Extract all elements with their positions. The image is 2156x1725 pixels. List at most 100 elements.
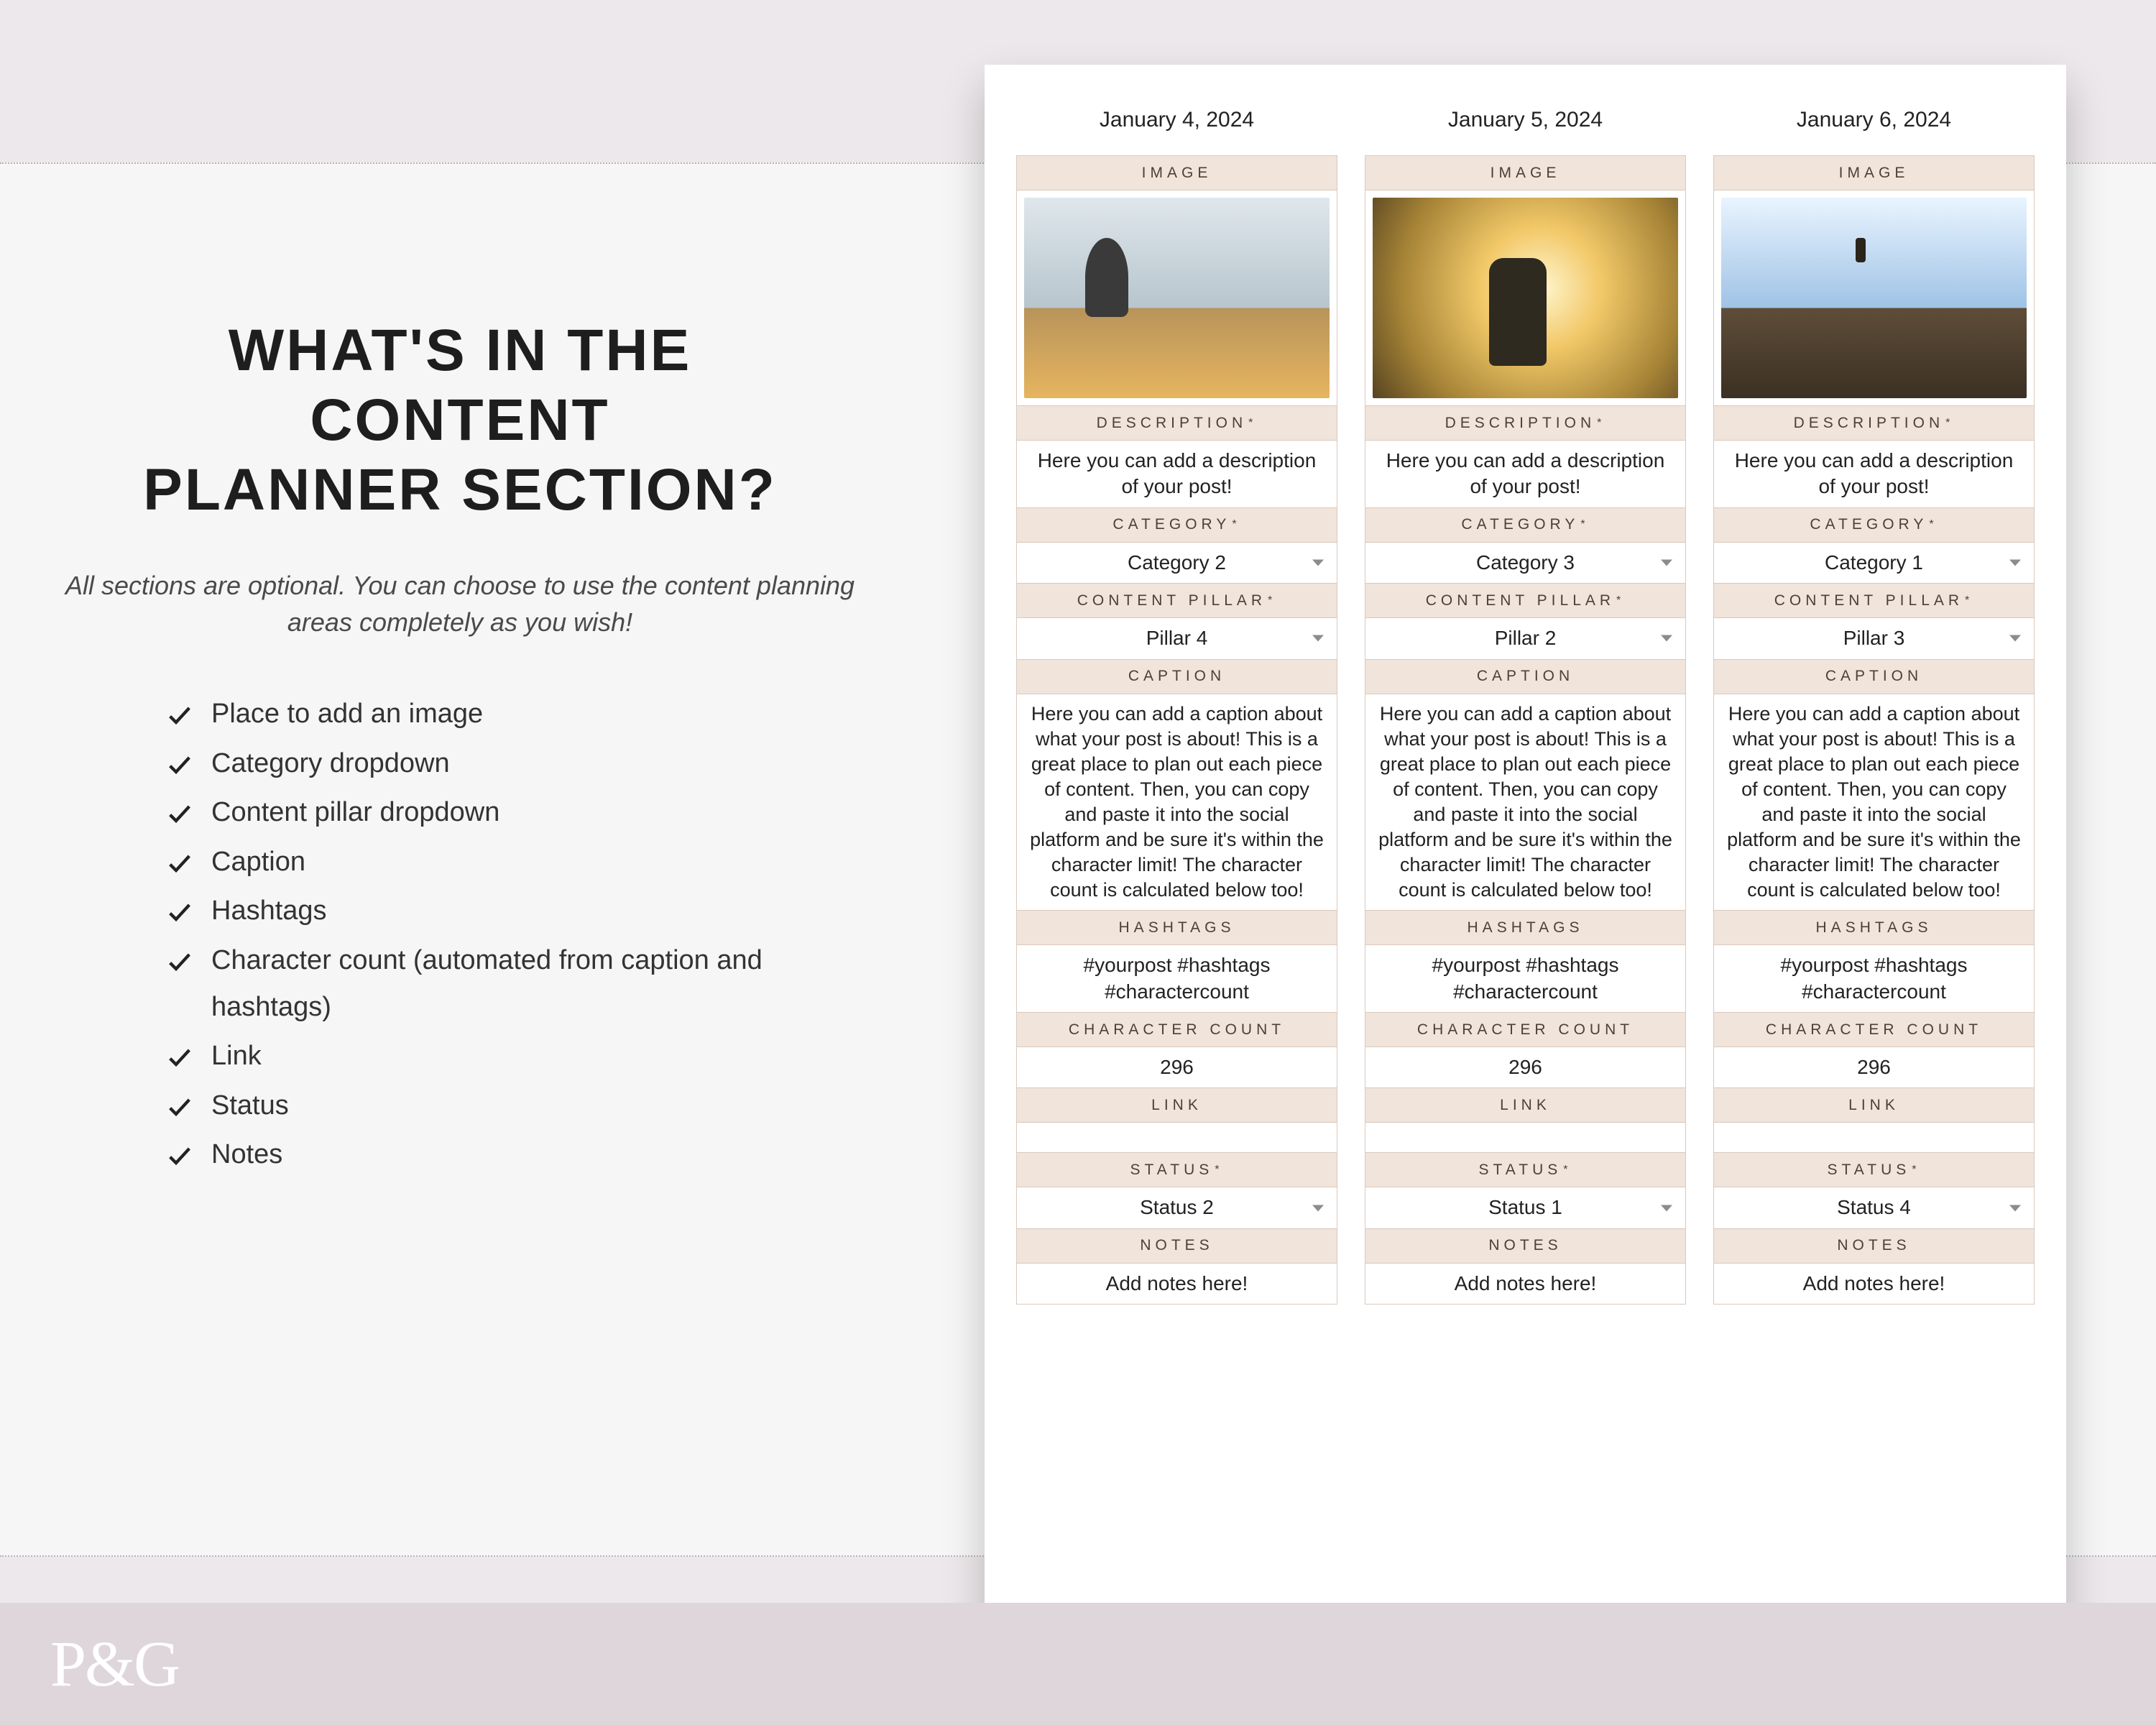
image-cell[interactable] <box>1365 190 1685 406</box>
field-label: STATUS* <box>1365 1153 1685 1187</box>
feature-item: Link <box>165 1033 855 1080</box>
dropdown[interactable]: Pillar 3 <box>1714 618 2034 659</box>
field-label: IMAGE <box>1365 156 1685 190</box>
check-icon <box>165 944 194 973</box>
field-value[interactable]: Add notes here! <box>1365 1264 1685 1305</box>
thumbnail <box>1024 198 1330 398</box>
field-label: NOTES <box>1017 1229 1337 1264</box>
dropdown[interactable]: Category 1 <box>1714 543 2034 584</box>
feature-item: Category dropdown <box>165 740 855 787</box>
check-icon <box>165 1090 194 1118</box>
dropdown[interactable]: Status 2 <box>1017 1187 1337 1228</box>
planner-card: IMAGE DESCRIPTION*Here you can add a desc… <box>1365 155 1686 1305</box>
feature-text: Character count (automated from caption … <box>211 937 855 1030</box>
chevron-down-icon <box>1661 559 1672 566</box>
feature-text: Link <box>211 1033 855 1080</box>
field-label: CATEGORY* <box>1714 508 2034 543</box>
feature-item: Hashtags <box>165 888 855 934</box>
field-value[interactable]: Here you can add a description of your p… <box>1365 441 1685 508</box>
column-date: January 6, 2024 <box>1713 108 2035 132</box>
field-label: LINK <box>1017 1088 1337 1123</box>
field-label: LINK <box>1365 1088 1685 1123</box>
chevron-down-icon <box>2009 635 2021 642</box>
field-label: LINK <box>1714 1088 2034 1123</box>
field-label: CATEGORY* <box>1365 508 1685 543</box>
field-label: CHARACTER COUNT <box>1017 1013 1337 1047</box>
chevron-down-icon <box>1661 1205 1672 1211</box>
field-label: HASHTAGS <box>1365 911 1685 945</box>
field-label: STATUS* <box>1017 1153 1337 1187</box>
dropdown[interactable]: Category 2 <box>1017 543 1337 584</box>
chevron-down-icon <box>1312 635 1324 642</box>
planner-column: January 5, 2024IMAGEDESCRIPTION*Here you… <box>1365 108 1686 1592</box>
field-label: IMAGE <box>1714 156 2034 190</box>
chevron-down-icon <box>1312 559 1324 566</box>
field-value[interactable]: 296 <box>1017 1047 1337 1088</box>
field-label: CAPTION <box>1017 660 1337 694</box>
field-value[interactable]: 296 <box>1365 1047 1685 1088</box>
subtitle: All sections are optional. You can choos… <box>65 568 855 640</box>
field-label: CHARACTER COUNT <box>1365 1013 1685 1047</box>
link-value[interactable] <box>1017 1123 1337 1153</box>
field-value[interactable]: Here you can add a description of your p… <box>1714 441 2034 508</box>
planner-card: IMAGEDESCRIPTION*Here you can add a desc… <box>1713 155 2035 1305</box>
field-label: DESCRIPTION* <box>1365 406 1685 441</box>
page-title: WHAT'S IN THE CONTENT PLANNER SECTION? <box>65 316 855 525</box>
field-label: IMAGE <box>1017 156 1337 190</box>
chevron-down-icon <box>2009 559 2021 566</box>
feature-item: Caption <box>165 839 855 886</box>
field-label: CONTENT PILLAR* <box>1017 584 1337 618</box>
dropdown[interactable]: Status 1 <box>1365 1187 1685 1228</box>
left-copy: WHAT'S IN THE CONTENT PLANNER SECTION? A… <box>65 316 855 1181</box>
feature-text: Content pillar dropdown <box>211 789 855 836</box>
footer: P&G <box>0 1603 2156 1725</box>
field-label: DESCRIPTION* <box>1017 406 1337 441</box>
dropdown[interactable]: Category 3 <box>1365 543 1685 584</box>
thumbnail <box>1373 198 1678 398</box>
field-value[interactable]: #yourpost #hashtags #charactercount <box>1017 945 1337 1013</box>
field-value[interactable]: Here you can add a description of your p… <box>1017 441 1337 508</box>
field-label: HASHTAGS <box>1017 911 1337 945</box>
feature-item: Notes <box>165 1131 855 1178</box>
field-value[interactable]: Add notes here! <box>1714 1264 2034 1305</box>
field-value[interactable]: #yourpost #hashtags #charactercount <box>1714 945 2034 1013</box>
field-value[interactable]: Add notes here! <box>1017 1264 1337 1305</box>
field-value[interactable]: Here you can add a caption about what yo… <box>1365 694 1685 911</box>
feature-list: Place to add an imageCategory dropdownCo… <box>65 691 855 1178</box>
check-icon <box>165 796 194 825</box>
check-icon <box>165 748 194 776</box>
feature-text: Place to add an image <box>211 691 855 737</box>
field-label: CAPTION <box>1714 660 2034 694</box>
link-value[interactable] <box>1365 1123 1685 1153</box>
dropdown[interactable]: Status 4 <box>1714 1187 2034 1228</box>
brand-logo: P&G <box>50 1627 179 1701</box>
check-icon <box>165 895 194 924</box>
field-label: HASHTAGS <box>1714 911 2034 945</box>
planner-sheet: January 4, 2024IMAGEDESCRIPTION*Here you… <box>985 65 2066 1628</box>
feature-item: Place to add an image <box>165 691 855 737</box>
feature-item: Status <box>165 1082 855 1129</box>
dropdown[interactable]: Pillar 4 <box>1017 618 1337 659</box>
field-value[interactable]: Here you can add a caption about what yo… <box>1714 694 2034 911</box>
field-label: CONTENT PILLAR* <box>1714 584 2034 618</box>
field-value[interactable]: #yourpost #hashtags #charactercount <box>1365 945 1685 1013</box>
link-value[interactable] <box>1714 1123 2034 1153</box>
image-cell[interactable] <box>1714 190 2034 406</box>
image-cell[interactable] <box>1017 190 1337 406</box>
planner-column: January 6, 2024 IMAGEDESCRIPTION*Here you… <box>1713 108 2035 1592</box>
field-value[interactable]: Here you can add a caption about what yo… <box>1017 694 1337 911</box>
field-label: STATUS* <box>1714 1153 2034 1187</box>
chevron-down-icon <box>1661 635 1672 642</box>
feature-text: Hashtags <box>211 888 855 934</box>
column-date: January 4, 2024 <box>1016 108 1337 132</box>
field-label: CAPTION <box>1365 660 1685 694</box>
field-label: CONTENT PILLAR* <box>1365 584 1685 618</box>
field-label: CATEGORY* <box>1017 508 1337 543</box>
dropdown[interactable]: Pillar 2 <box>1365 618 1685 659</box>
field-value[interactable]: 296 <box>1714 1047 2034 1088</box>
check-icon <box>165 1138 194 1167</box>
thumbnail <box>1721 198 2027 398</box>
feature-text: Category dropdown <box>211 740 855 787</box>
chevron-down-icon <box>1312 1205 1324 1211</box>
check-icon <box>165 846 194 875</box>
